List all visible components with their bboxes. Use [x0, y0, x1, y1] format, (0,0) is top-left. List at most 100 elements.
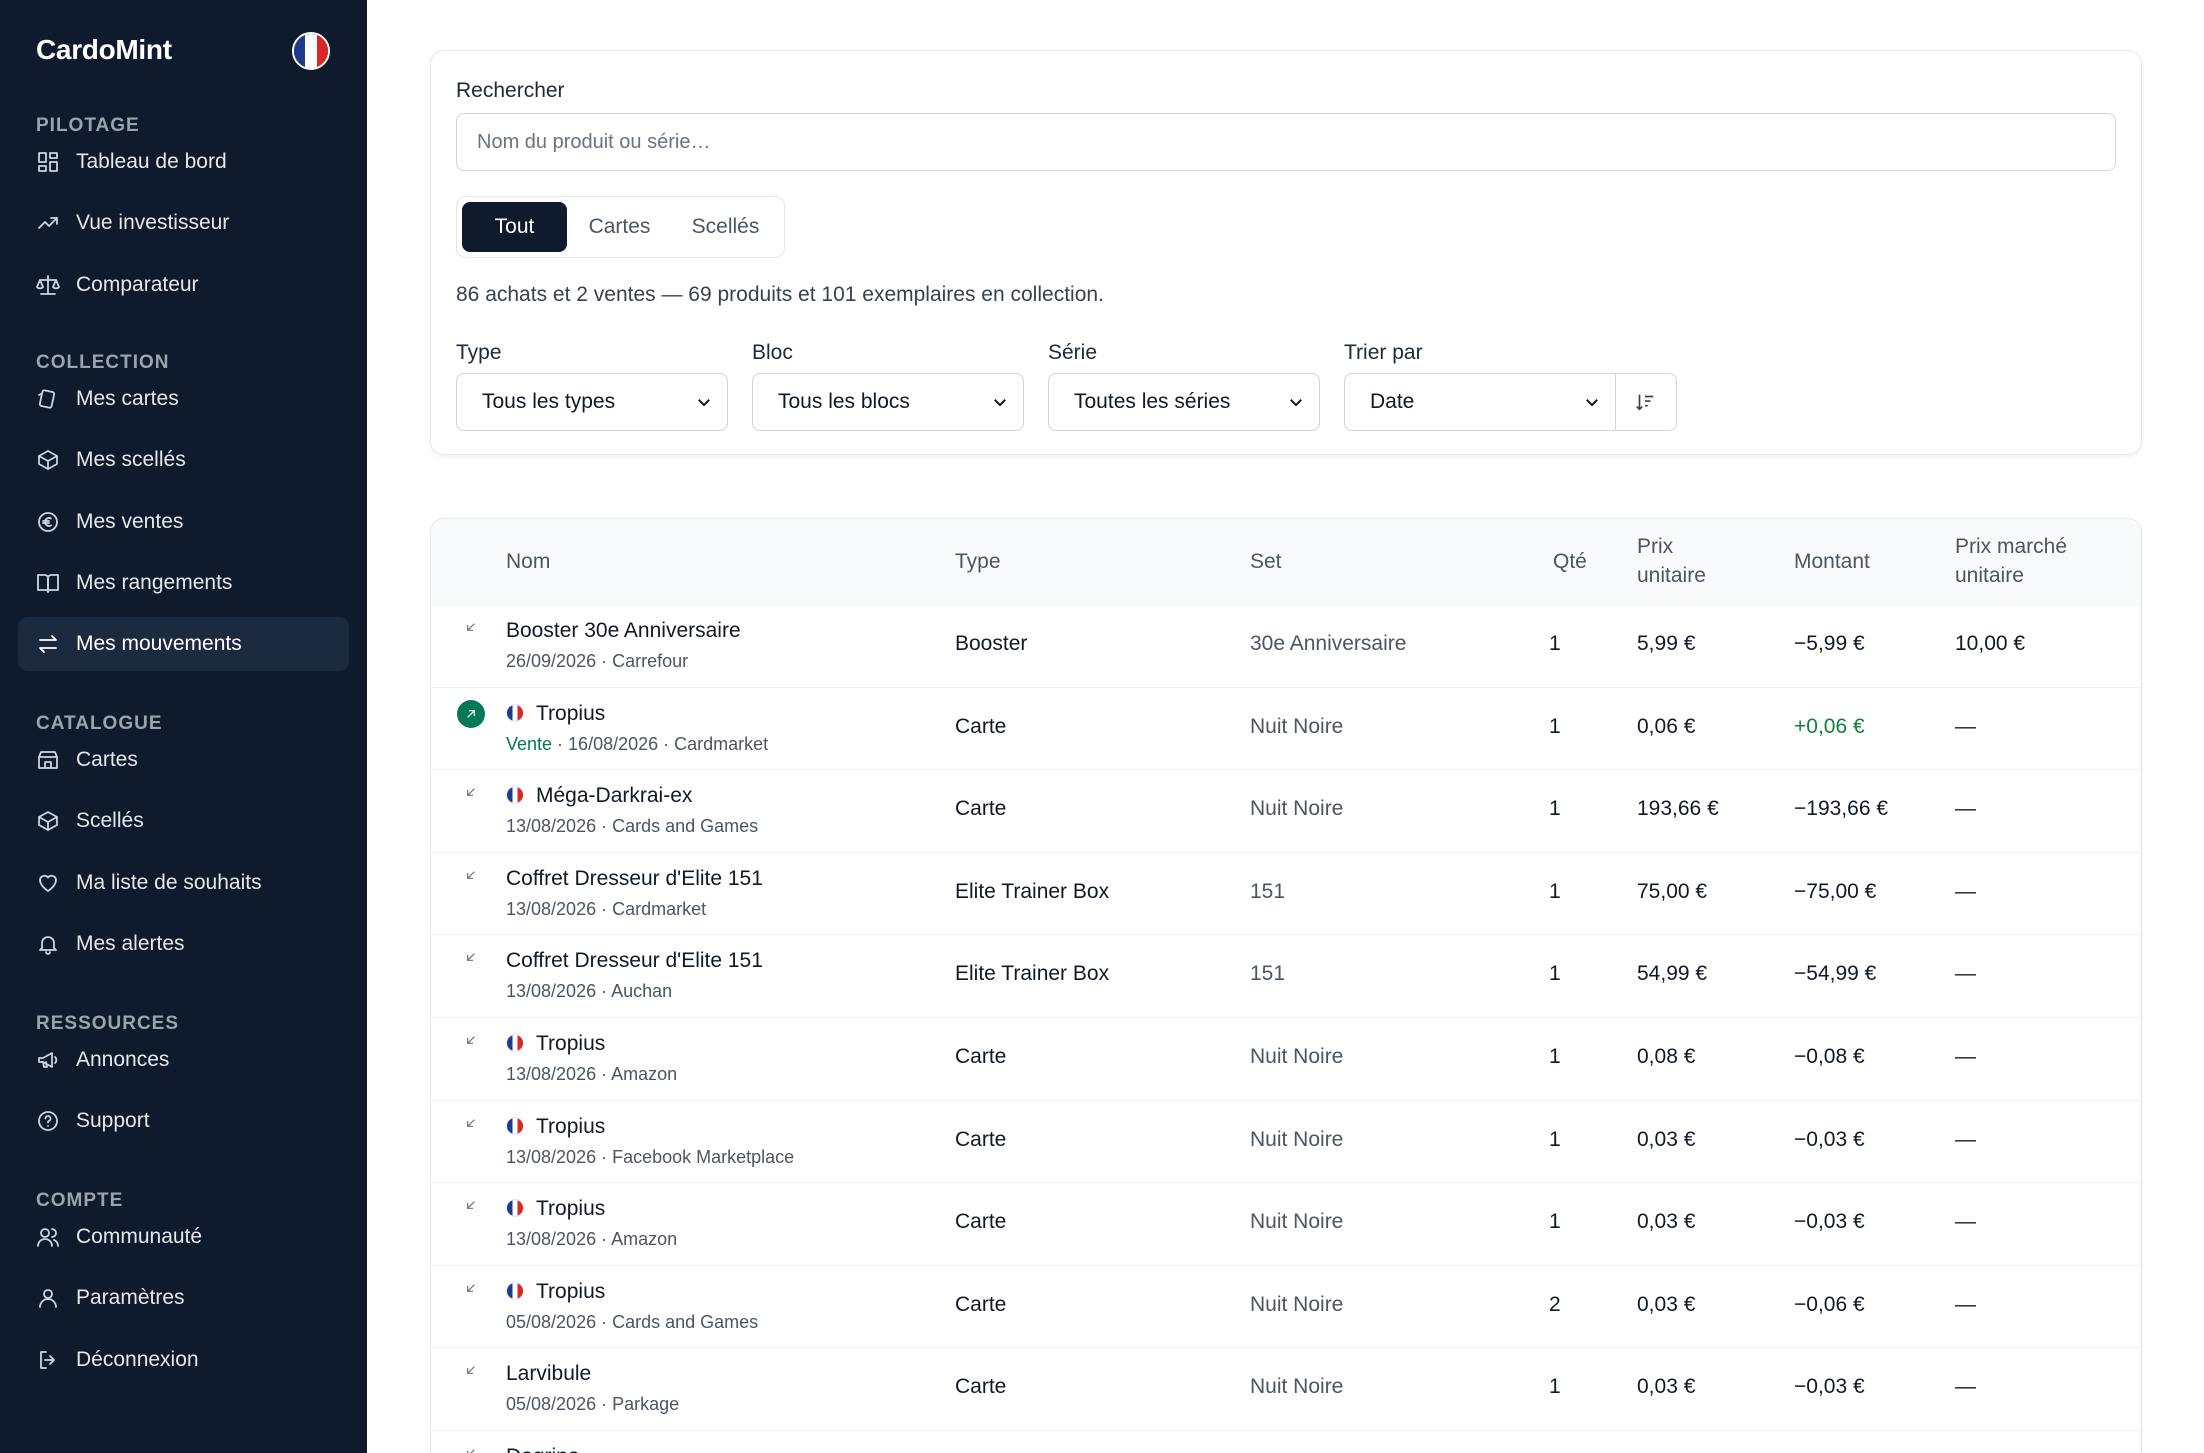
grid-icon: [36, 150, 60, 174]
row-name-text: Tropius: [536, 1197, 606, 1221]
arrow-down-left-icon: [457, 1274, 485, 1302]
row-name[interactable]: Tropius: [506, 1280, 605, 1304]
sidebar-item-vue-investisseur[interactable]: Vue investisseur: [18, 196, 349, 250]
row-set: Nuit Noire: [1250, 1375, 1344, 1399]
row-name-text: Tropius: [536, 1032, 606, 1055]
serie-select[interactable]: Toutes les séries: [1048, 373, 1320, 431]
row-date-store: 05/08/2026 · Parkage: [506, 1394, 680, 1415]
table-row[interactable]: Tropius 13/08/2026 · Amazon Carte Nuit Noir…: [431, 1182, 2141, 1265]
row-type: Carte: [955, 714, 1007, 738]
row-name[interactable]: Tropius: [506, 702, 605, 726]
sort-descending-icon: [1636, 394, 1654, 411]
app-logo[interactable]: CardoMint: [36, 34, 172, 66]
col-header-nom[interactable]: Nom: [506, 547, 550, 576]
arrow-down-left-icon: [457, 1026, 485, 1054]
row-date-store: 13/08/2026 · Amazon: [506, 1064, 678, 1084]
sidebar-item-label: Scellés: [76, 809, 144, 833]
sort-label: Trier par: [1344, 341, 1423, 364]
sidebar-item-communaute[interactable]: Communauté: [18, 1210, 349, 1264]
row-amount: +0,06 €: [1794, 714, 1865, 738]
row-set: 30e Anniversaire: [1250, 632, 1407, 655]
type-select[interactable]: Tous les types: [456, 373, 728, 431]
row-name[interactable]: Tropius: [506, 1115, 605, 1139]
table-row[interactable]: Coffret Dresseur d'Elite 151 13/08/2026 ·…: [431, 934, 2141, 1017]
row-amount: −0,03 €: [1794, 1127, 1865, 1151]
chevron-down-icon: [1290, 399, 1302, 407]
row-name[interactable]: Tropius: [506, 1197, 605, 1221]
row-name-text: Tropius: [536, 1114, 606, 1138]
table-row[interactable]: Tropius Vente · 16/08/2026 · Cardmarket Ca…: [431, 686, 2141, 770]
book-icon: [36, 571, 60, 595]
sidebar-item-mes-ventes[interactable]: Mes ventes: [18, 495, 349, 549]
sidebar-item-mes-rangements[interactable]: Mes rangements: [18, 556, 349, 610]
col-header-montant[interactable]: Montant: [1794, 547, 1870, 576]
sidebar-item-parametres[interactable]: Paramètres: [18, 1271, 349, 1325]
search-input[interactable]: [456, 113, 2116, 171]
bloc-select[interactable]: Tous les blocs: [752, 373, 1024, 431]
row-market-price: —: [1955, 1375, 1976, 1399]
segment-sealed[interactable]: Scellés: [672, 202, 779, 252]
table-row[interactable]: Tropius 13/08/2026 · Facebook Marketplace…: [431, 1099, 2141, 1183]
col-header-type[interactable]: Type: [955, 547, 1001, 576]
col-header-prix-marche[interactable]: Prix marché unitaire: [1955, 532, 2125, 590]
sidebar-item-label: Comparateur: [76, 272, 199, 296]
table-row[interactable]: Booster 30e Anniversaire 26/09/2026 · Car…: [431, 604, 2141, 687]
row-name[interactable]: Coffret Dresseur d'Elite 151: [506, 949, 763, 973]
row-name[interactable]: Coffret Dresseur d'Elite 151: [506, 867, 763, 891]
row-unit-price: 0,03 €: [1637, 1292, 1696, 1316]
row-name[interactable]: Booster 30e Anniversaire: [506, 619, 741, 643]
table-row[interactable]: Tropius 13/08/2026 · Amazon Carte Nuit Noir…: [431, 1017, 2141, 1100]
sidebar-item-scelles[interactable]: Scellés: [18, 794, 349, 848]
col-header-set[interactable]: Set: [1250, 547, 1282, 576]
sidebar-item-mes-cartes[interactable]: Mes cartes: [18, 372, 349, 426]
table-row[interactable]: Dogrino: [431, 1430, 2141, 1453]
french-flag-icon: [506, 1116, 524, 1135]
sidebar-item-deconnexion[interactable]: Déconnexion: [18, 1333, 349, 1387]
row-set: Nuit Noire: [1250, 1210, 1344, 1234]
col-header-qte[interactable]: Qté: [1553, 547, 1587, 576]
arrow-down-left-icon: [457, 1109, 485, 1137]
arrow-down-left-icon: [457, 613, 485, 641]
table-row[interactable]: Larvibule 05/08/2026 · Parkage Carte Nuit N…: [431, 1347, 2141, 1430]
sidebar-item-annonces[interactable]: Annonces: [18, 1033, 349, 1087]
sidebar-item-support[interactable]: Support: [18, 1094, 349, 1148]
row-unit-price: 193,66 €: [1637, 797, 1719, 821]
sort-select[interactable]: Date: [1344, 373, 1616, 431]
megaphone-icon: [36, 1048, 60, 1072]
row-name[interactable]: Tropius: [506, 1032, 605, 1056]
type-select-value: Tous les types: [482, 390, 616, 413]
row-meta: 13/08/2026 · Cardmarket: [506, 899, 706, 920]
segment-all[interactable]: Tout: [462, 202, 567, 252]
sidebar-item-label: Annonces: [76, 1048, 170, 1071]
row-meta: 13/08/2026 · Cards and Games: [506, 816, 758, 837]
sidebar-item-mes-scelles[interactable]: Mes scellés: [18, 433, 349, 487]
row-name[interactable]: Méga-Darkrai-ex: [506, 784, 692, 808]
nav-section-collection: COLLECTION: [36, 352, 170, 373]
arrow-down-left-icon: [457, 1356, 485, 1384]
sidebar-item-cartes[interactable]: Cartes: [18, 733, 349, 787]
sidebar-item-tableau-de-bord[interactable]: Tableau de bord: [18, 135, 349, 189]
row-market-price: —: [1955, 879, 1976, 903]
table-row[interactable]: Tropius 05/08/2026 · Cards and Games Carte…: [431, 1264, 2141, 1348]
sort-direction-button[interactable]: [1614, 373, 1677, 431]
sidebar-item-label: Mes mouvements: [76, 632, 242, 656]
french-flag-icon: [506, 703, 524, 722]
row-market-price: —: [1955, 962, 1976, 986]
sidebar-item-mes-alertes[interactable]: Mes alertes: [18, 917, 349, 971]
row-meta: 05/08/2026 · Cards and Games: [506, 1312, 758, 1333]
table-row[interactable]: Coffret Dresseur d'Elite 151 13/08/2026 ·…: [431, 851, 2141, 935]
col-header-prix-unitaire[interactable]: Prix unitaire: [1637, 532, 1747, 590]
segment-cards[interactable]: Cartes: [567, 202, 672, 252]
sidebar-item-ma-liste-de-souhaits[interactable]: Ma liste de souhaits: [18, 856, 349, 910]
row-name-text: Coffret Dresseur d'Elite 151: [506, 866, 763, 890]
row-name[interactable]: Larvibule: [506, 1362, 591, 1386]
row-unit-price: 0,03 €: [1637, 1210, 1696, 1234]
row-name[interactable]: Dogrino: [506, 1445, 580, 1453]
row-meta: 05/08/2026 · Parkage: [506, 1394, 679, 1415]
row-quantity: 1: [1549, 797, 1561, 821]
store-icon: [36, 748, 60, 772]
sidebar-item-mes-mouvements[interactable]: Mes mouvements: [18, 617, 349, 672]
language-flag-icon[interactable]: [292, 32, 330, 70]
sidebar-item-comparateur[interactable]: Comparateur: [18, 258, 349, 312]
table-row[interactable]: Méga-Darkrai-ex 13/08/2026 · Cards and Ga…: [431, 769, 2141, 852]
